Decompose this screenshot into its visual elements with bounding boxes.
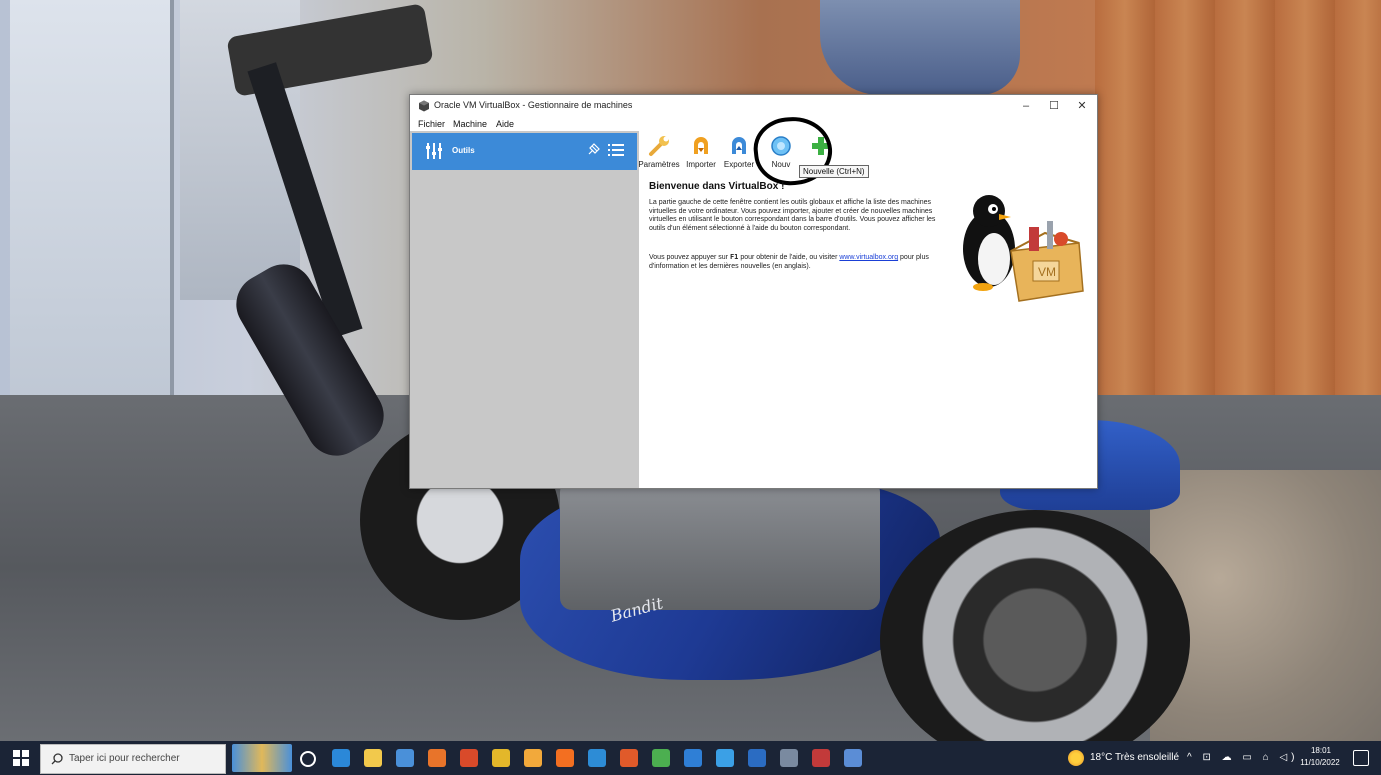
taskbar-app-icon[interactable] bbox=[844, 749, 862, 767]
taskbar-app-icon[interactable] bbox=[428, 749, 446, 767]
wallpaper-engine bbox=[560, 480, 880, 610]
taskbar-app-icon[interactable] bbox=[716, 749, 734, 767]
nouvelle-tooltip: Nouvelle (Ctrl+N) bbox=[799, 165, 869, 178]
welcome-paragraph: La partie gauche de cette fenêtre contie… bbox=[649, 199, 936, 232]
taskbar-app-icon[interactable] bbox=[652, 749, 670, 767]
taskbar-search-box[interactable]: Taper ici pour rechercher bbox=[40, 744, 226, 774]
clock-date[interactable]: 11/10/2022 bbox=[1294, 758, 1346, 767]
weather-icon[interactable] bbox=[1068, 750, 1084, 766]
maximize-button[interactable]: ☐ bbox=[1040, 97, 1068, 115]
tools-pane: Paramètres Importer Exporter Nouv Nouvel… bbox=[637, 113, 1097, 488]
machine-list-pane[interactable]: Outils bbox=[410, 131, 639, 488]
minimize-button[interactable]: – bbox=[1012, 97, 1040, 115]
help-paragraph: Vous pouvez appuyer sur F1 pour obtenir … bbox=[649, 253, 949, 271]
export-icon bbox=[732, 137, 746, 154]
windows-start-icon[interactable] bbox=[13, 750, 29, 766]
menu-fichier[interactable]: Fichier bbox=[418, 119, 445, 129]
pin-icon[interactable] bbox=[586, 143, 600, 157]
weather-text[interactable]: 18°C Très ensoleillé bbox=[1090, 752, 1179, 763]
search-placeholder: Taper ici pour rechercher bbox=[69, 753, 180, 764]
virtualbox-app-icon bbox=[419, 100, 429, 112]
vm-logo-text: VM bbox=[1038, 265, 1056, 279]
wallpaper-windscreen bbox=[820, 0, 1020, 95]
menu-machine[interactable]: Machine bbox=[453, 119, 487, 129]
windows-taskbar: Taper ici pour rechercher 18°C Très enso… bbox=[0, 741, 1381, 775]
taskbar-app-icon[interactable] bbox=[588, 749, 606, 767]
wrench-icon bbox=[649, 136, 669, 156]
taskbar-app-icon[interactable] bbox=[780, 749, 798, 767]
taskbar-app-icon[interactable] bbox=[300, 751, 316, 767]
sidebar-item-outils[interactable]: Outils bbox=[412, 133, 637, 170]
menu-bar: Fichier Machine Aide bbox=[410, 117, 1097, 131]
penguin-toolbox-illustration: VM bbox=[963, 195, 1084, 302]
clock-time[interactable]: 18:01 bbox=[1301, 746, 1341, 755]
search-highlight-icon[interactable] bbox=[232, 744, 292, 772]
notification-center-icon[interactable] bbox=[1353, 750, 1369, 766]
virtualbox-window: Oracle VM VirtualBox - Gestionnaire de m… bbox=[409, 94, 1098, 489]
import-icon bbox=[694, 137, 708, 154]
list-menu-icon[interactable] bbox=[608, 143, 624, 157]
taskbar-app-icon[interactable] bbox=[396, 749, 414, 767]
taskbar-app-icon[interactable] bbox=[620, 749, 638, 767]
help-text-start: Vous pouvez appuyer sur bbox=[649, 254, 730, 261]
close-button[interactable]: ✕ bbox=[1068, 97, 1096, 115]
welcome-heading: Bienvenue dans VirtualBox ! bbox=[649, 181, 785, 192]
system-tray-icons[interactable]: ^ ⊡ ☁ ▭ ⌂ ◁) bbox=[1187, 752, 1298, 763]
taskbar-app-icon[interactable] bbox=[364, 749, 382, 767]
help-text-mid: pour obtenir de l'aide, ou visiter bbox=[738, 254, 840, 261]
parametres-label: Paramètres bbox=[638, 160, 680, 169]
tools-icon bbox=[426, 143, 442, 159]
wallpaper-wood-panel bbox=[1095, 0, 1381, 405]
taskbar-app-icon[interactable] bbox=[748, 749, 766, 767]
taskbar-app-icon[interactable] bbox=[332, 749, 350, 767]
search-icon bbox=[51, 753, 63, 765]
sidebar-item-label: Outils bbox=[452, 146, 475, 155]
menu-aide[interactable]: Aide bbox=[496, 119, 514, 129]
wallpaper-door bbox=[10, 0, 174, 440]
taskbar-app-icon[interactable] bbox=[492, 749, 510, 767]
taskbar-app-icon[interactable] bbox=[556, 749, 574, 767]
taskbar-app-icon[interactable] bbox=[812, 749, 830, 767]
taskbar-app-icon[interactable] bbox=[460, 749, 478, 767]
parametres-button[interactable]: Paramètres bbox=[637, 134, 681, 172]
taskbar-app-icon[interactable] bbox=[524, 749, 542, 767]
window-title: Oracle VM VirtualBox - Gestionnaire de m… bbox=[434, 100, 633, 110]
virtualbox-website-link[interactable]: www.virtualbox.org bbox=[839, 254, 898, 261]
title-bar[interactable]: Oracle VM VirtualBox - Gestionnaire de m… bbox=[410, 95, 1097, 117]
taskbar-app-icon[interactable] bbox=[684, 749, 702, 767]
